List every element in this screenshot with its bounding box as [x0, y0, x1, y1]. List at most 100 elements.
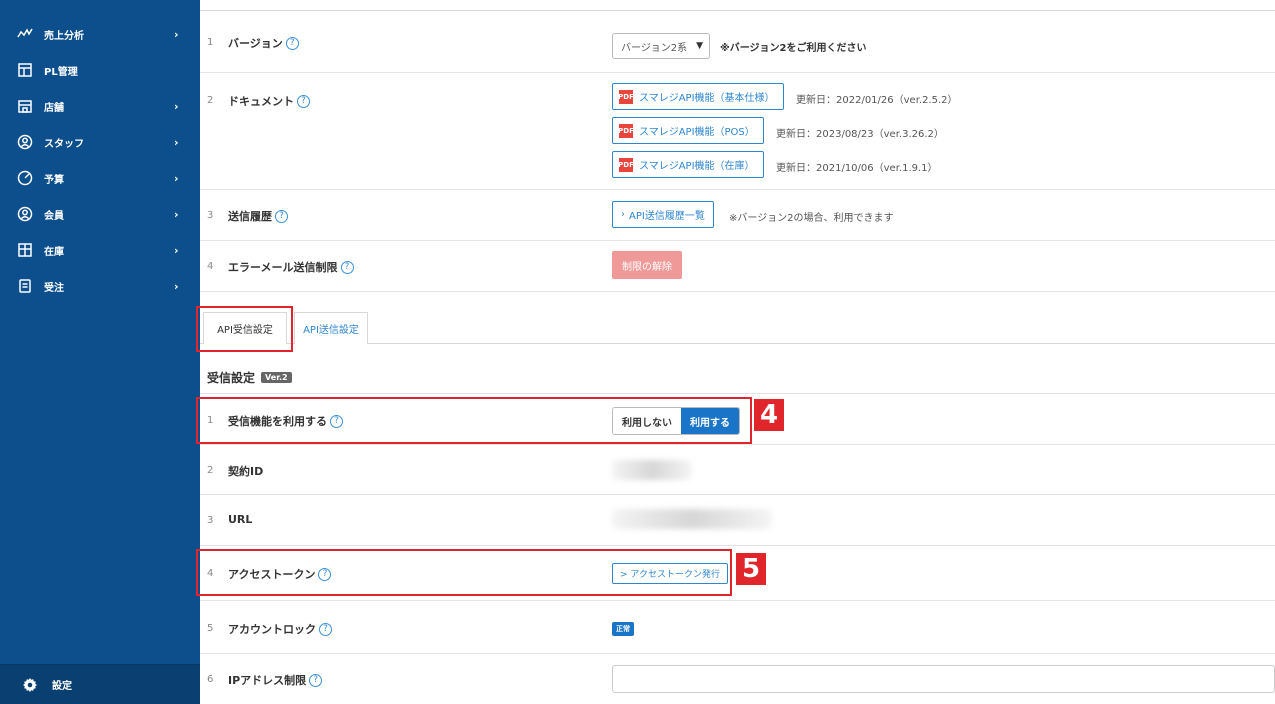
sidebar-item-store[interactable]: 店舗 › [0, 88, 200, 124]
row-label: URL [228, 513, 253, 526]
chevron-right-icon: › [174, 99, 179, 113]
sidebar-item-order[interactable]: 受注 › [0, 268, 200, 304]
chevron-right-icon: › [174, 279, 179, 293]
pdf-icon: PDF [618, 157, 634, 172]
doc-link-inventory[interactable]: PDF スマレジAPI機能（在庫） [612, 151, 764, 178]
row-number: 2 [207, 465, 214, 476]
doc-link-basic[interactable]: PDF スマレジAPI機能（基本仕様） [612, 83, 784, 110]
sidebar-item-label: 店舗 [44, 102, 64, 114]
chevron-right-icon: › [174, 135, 179, 149]
version-label: バージョン [228, 37, 283, 50]
help-icon[interactable]: ? [275, 209, 288, 223]
help-icon[interactable]: ? [309, 673, 323, 687]
step-marker-4: 4 [754, 399, 784, 431]
row-label: IPアドレス制限? [228, 672, 323, 688]
doc-updated: 更新日：2023/08/23（ver.3.26.2） [776, 129, 944, 140]
chevron-down-icon: ▼ [696, 41, 703, 51]
redacted-value [612, 460, 692, 480]
settings-label: 設定 [52, 681, 72, 692]
help-icon[interactable]: ? [340, 260, 354, 274]
store-icon [16, 97, 34, 115]
account-lock-label: アカウントロック [228, 623, 316, 636]
row-label: ドキュメント? [228, 93, 310, 109]
chevron-right-icon: › [174, 27, 179, 41]
inventory-grid-icon [16, 241, 34, 259]
sidebar-item-settings[interactable]: 設定 [0, 664, 200, 704]
member-icon [16, 205, 34, 223]
row-number: 3 [207, 515, 214, 526]
version-select-value: バージョン2系 [621, 42, 688, 54]
pdf-icon: PDF [618, 123, 634, 138]
tab-bar: API受信設定 API送信設定 [200, 308, 1275, 344]
sidebar-item-budget[interactable]: 予算 › [0, 160, 200, 196]
redacted-value [612, 509, 772, 529]
release-limit-button[interactable]: 制限の解除 [612, 251, 682, 279]
row-number: 5 [207, 623, 214, 634]
doc-link-label: スマレジAPI機能（POS） [639, 127, 755, 138]
sidebar-item-label: スタッフ [44, 138, 84, 150]
help-icon[interactable]: ? [285, 36, 299, 50]
error-mail-row: 4 エラーメール送信制限? 制限の解除 [200, 241, 1275, 292]
send-history-note: ※バージョン2の場合、利用できます [729, 213, 894, 224]
ip-restriction-label: IPアドレス制限 [228, 674, 307, 687]
tab-api-send[interactable]: API送信設定 [294, 312, 368, 344]
highlight-access-token [196, 549, 732, 596]
send-history-label: 送信履歴 [228, 210, 272, 223]
staff-icon [16, 133, 34, 151]
sidebar-item-pl[interactable]: PL管理 [0, 52, 200, 88]
row-number: 2 [207, 95, 214, 106]
order-icon [16, 277, 34, 295]
doc-updated: 更新日：2022/01/26（ver.2.5.2） [796, 95, 958, 106]
chevron-right-icon: › [174, 243, 179, 257]
row-label: バージョン? [228, 35, 299, 51]
send-history-button-label: API送信履歴一覧 [629, 211, 705, 222]
highlight-tab [196, 306, 293, 352]
url-row: 3 URL [200, 495, 1275, 546]
sidebar-item-inventory[interactable]: 在庫 › [0, 232, 200, 268]
sidebar-item-member[interactable]: 会員 › [0, 196, 200, 232]
help-icon[interactable]: ? [297, 94, 310, 108]
version-row: 1 バージョン? バージョン2系 ▼ ※バージョン2をご利用ください [200, 11, 1275, 73]
doc-link-pos[interactable]: PDF スマレジAPI機能（POS） [612, 117, 764, 144]
send-history-row: 3 送信履歴? › API送信履歴一覧 ※バージョン2の場合、利用できます [200, 190, 1275, 241]
pdf-icon: PDF [618, 89, 634, 104]
help-icon[interactable]: ? [319, 622, 332, 636]
documents-label: ドキュメント [228, 95, 294, 108]
sidebar-item-label: 予算 [44, 174, 64, 186]
chevron-right-icon: › [621, 209, 625, 220]
sidebar-item-staff[interactable]: スタッフ › [0, 124, 200, 160]
row-label: アカウントロック? [228, 621, 332, 637]
receive-title: 受信設定 [207, 371, 256, 385]
account-lock-row: 5 アカウントロック? [200, 601, 1275, 654]
sidebar-item-sales-analysis[interactable]: 売上分析 › [0, 16, 200, 52]
sidebar-item-label: PL管理 [44, 66, 78, 78]
version-badge: Ver.2 [261, 372, 292, 383]
version-select[interactable]: バージョン2系 ▼ [612, 33, 710, 59]
row-number: 3 [207, 210, 214, 221]
sidebar: 売上分析 › PL管理 店舗 › スタッフ › 予算 › 会員 › 在庫 › 受… [0, 0, 200, 704]
chevron-right-icon: › [174, 207, 179, 221]
main-content: 1 バージョン? バージョン2系 ▼ ※バージョン2をご利用ください 2 ドキュメ… [196, 0, 1275, 704]
highlight-receive-enable [196, 397, 752, 444]
budget-gauge-icon [16, 169, 34, 187]
gear-icon [22, 677, 38, 693]
doc-link-label: スマレジAPI機能（在庫） [639, 161, 755, 172]
step-marker-5: 5 [736, 553, 766, 585]
trend-line-icon [16, 25, 34, 43]
ip-restriction-input[interactable] [612, 665, 1275, 693]
row-label: 契約ID [228, 465, 264, 478]
error-mail-label: エラーメール送信制限 [228, 261, 338, 274]
ledger-icon [16, 61, 34, 79]
contract-id-row: 2 契約ID [200, 445, 1275, 495]
section-title: 受信設定 Ver.2 [207, 369, 292, 386]
documents-row: 2 ドキュメント? PDF スマレジAPI機能（基本仕様） 更新日：2022/01… [200, 73, 1275, 190]
sidebar-item-label: 在庫 [44, 246, 64, 258]
send-history-button[interactable]: › API送信履歴一覧 [612, 201, 714, 228]
version-note: ※バージョン2をご利用ください [720, 43, 867, 54]
row-number: 6 [207, 674, 214, 685]
sidebar-item-label: 受注 [44, 282, 64, 294]
row-label: エラーメール送信制限? [228, 259, 354, 275]
chevron-right-icon: › [174, 171, 179, 185]
doc-updated: 更新日：2021/10/06（ver.1.9.1） [776, 163, 938, 174]
row-number: 4 [207, 261, 214, 272]
